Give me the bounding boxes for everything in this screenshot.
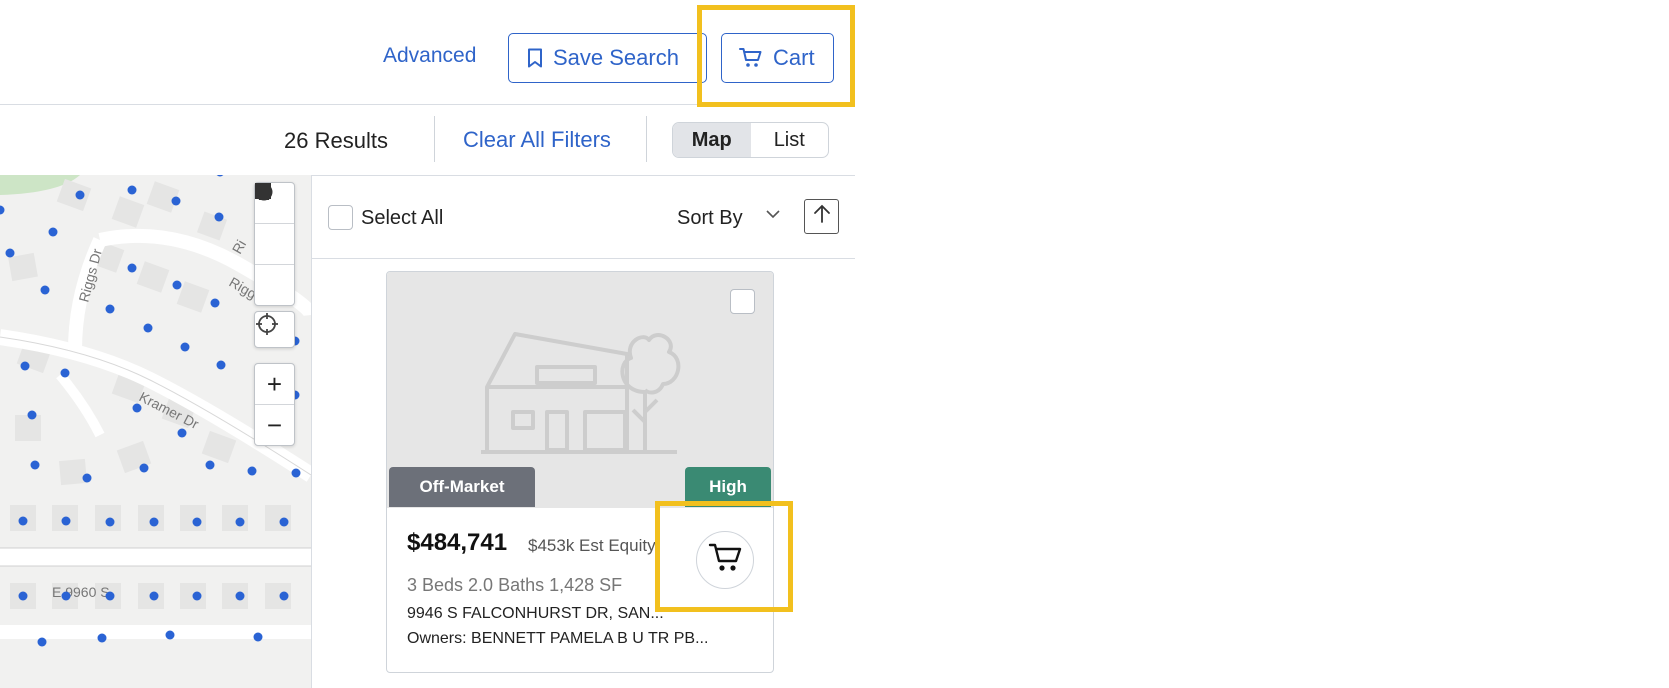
map-street-label: E 9960 S	[52, 584, 110, 600]
card-select-checkbox[interactable]	[730, 289, 755, 314]
divider	[646, 116, 647, 162]
cart-icon	[708, 542, 742, 579]
cart-button[interactable]: Cart	[721, 33, 834, 83]
app-window: Advanced Save Search Cart 26 Results Cle…	[0, 0, 855, 688]
property-price: $484,741	[407, 529, 508, 556]
zoom-out-button[interactable]: −	[255, 405, 294, 445]
clear-all-filters-link[interactable]: Clear All Filters	[463, 127, 611, 153]
save-search-label: Save Search	[553, 45, 679, 70]
top-toolbar: Advanced Save Search Cart	[0, 0, 855, 105]
advanced-link[interactable]: Advanced	[383, 44, 476, 68]
high-equity-badge: High	[685, 467, 771, 507]
locate-button[interactable]	[255, 312, 294, 347]
divider	[434, 116, 435, 162]
map-view-toggle[interactable]: Map	[673, 123, 751, 157]
property-address[interactable]: 9946 S FALCONHURST DR, SAN...	[407, 605, 664, 623]
list-view-toggle[interactable]: List	[751, 123, 829, 157]
map-zoom-controls: + −	[254, 363, 295, 446]
select-all-checkbox[interactable]	[328, 205, 353, 230]
map-locate-control	[254, 311, 295, 348]
sort-direction-button[interactable]	[804, 199, 839, 234]
zoom-in-button[interactable]: +	[255, 364, 294, 405]
select-all-label: Select All	[361, 207, 444, 229]
property-owners: Owners: BENNETT PAMELA B U TR PB...	[407, 630, 709, 647]
sort-by-dropdown[interactable]: Sort By	[677, 207, 743, 230]
map-view[interactable]: Riggs Dr Kramer Dr E 9960 S Ri Rigg + −	[0, 175, 312, 688]
view-toggle: Map List	[672, 122, 829, 158]
arrow-up-icon	[813, 204, 831, 229]
cart-icon	[739, 47, 763, 69]
estimated-equity: $453k Est Equity	[528, 536, 656, 555]
off-market-badge: Off-Market	[389, 467, 535, 507]
bookmark-icon	[527, 48, 543, 68]
map-draw-controls	[254, 182, 295, 306]
add-to-cart-button[interactable]	[696, 531, 754, 589]
save-search-button[interactable]: Save Search	[508, 33, 707, 83]
results-bar: 26 Results Clear All Filters Map List	[0, 104, 855, 176]
results-count: 26 Results	[284, 128, 388, 153]
rectangle-draw-button[interactable]	[255, 183, 294, 265]
property-stats: 3 Beds 2.0 Baths 1,428 SF	[407, 575, 623, 595]
property-card[interactable]: Off-Market High $484,741 $453k Est Equit…	[386, 271, 774, 673]
chevron-down-icon[interactable]	[764, 205, 782, 228]
circle-draw-button[interactable]	[255, 183, 294, 305]
property-image-placeholder: Off-Market High	[387, 272, 773, 508]
list-header: Select All Sort By	[312, 175, 855, 259]
cart-label: Cart	[773, 45, 815, 70]
